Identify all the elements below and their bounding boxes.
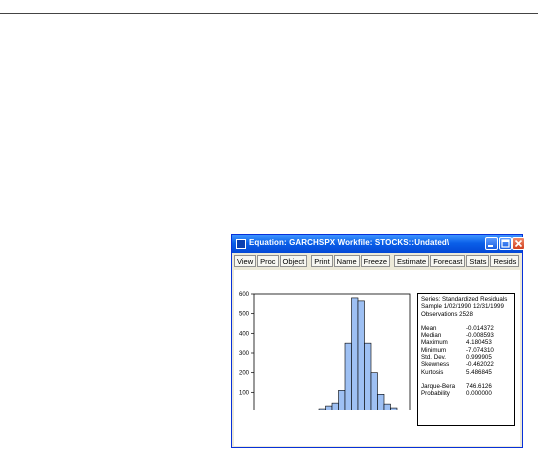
statistics-box: Series: Standardized Residuals Sample 1/… [417,293,515,426]
plot-frame [253,293,411,410]
stat-row: Std. Dev. 0.999905 [421,354,492,362]
close-icon[interactable] [512,237,525,250]
print-button[interactable]: Print [311,255,333,267]
estimate-button[interactable]: Estimate [394,255,430,267]
maximize-icon[interactable] [499,237,512,250]
freeze-button[interactable]: Freeze [360,255,391,267]
stat-row: Jarque-Bera 746.6126 [421,382,492,390]
minimize-icon[interactable] [485,237,498,250]
histogram-bar [383,403,391,410]
histogram-bar [370,372,378,410]
stat-row: Kurtosis 5.486845 [421,368,492,376]
histogram-bar [364,342,372,410]
window-title: Equation: GARCHSPX Workfile: STOCKS::Und… [249,238,450,247]
y-tick-label: 300 [239,351,250,357]
stat-row: Probability 0.000000 [421,390,492,398]
stats-observations: Observations 2528 [421,310,473,318]
forecast-button[interactable]: Forecast [430,255,466,267]
window-icon [236,239,246,249]
stat-row: Minimum -7.074310 [421,346,494,354]
histogram-bar [331,402,339,410]
stats-button[interactable]: Stats [466,255,490,267]
histogram-bar [377,394,385,410]
stats-series: Series: Standardized Residuals [421,296,508,303]
stat-row: Skewness -0.462022 [421,361,494,369]
view-button[interactable]: View [234,255,257,267]
histogram-bar [357,300,365,410]
stat-row: Mean -0.014372 [421,324,494,332]
name-button[interactable]: Name [333,255,360,267]
title-bar[interactable]: Equation: GARCHSPX Workfile: STOCKS::Und… [232,235,525,253]
histogram-bar [344,342,352,410]
histogram-bar [351,297,359,410]
stat-row: Maximum 4.180453 [421,339,492,347]
histogram-bar [390,407,398,410]
y-tick-label: 100 [239,390,250,396]
histogram-bar [318,408,326,410]
histogram-chart: 0100200300400500600-6-4-2024 [239,292,411,410]
proc-button[interactable]: Proc [257,255,279,267]
object-button[interactable]: Object [279,255,308,267]
resids-button[interactable]: Resids [490,255,520,267]
y-tick-label: 400 [239,331,250,337]
toolbar: View Proc Object Print Name Freeze Estim… [234,255,520,268]
histogram-bar [325,405,333,410]
top-rule [0,13,538,14]
stats-sample: Sample 1/02/1990 12/31/1999 [421,303,504,311]
equation-window[interactable]: Equation: GARCHSPX Workfile: STOCKS::Und… [231,234,525,448]
y-tick-label: 500 [239,312,250,318]
stat-row: Median -0.008593 [421,332,494,340]
histogram-bar [338,390,346,410]
y-tick-label: 200 [239,371,250,377]
y-tick-label: 600 [239,292,250,298]
output-area: 0100200300400500600-6-4-2024 Series: Sta… [234,270,520,446]
